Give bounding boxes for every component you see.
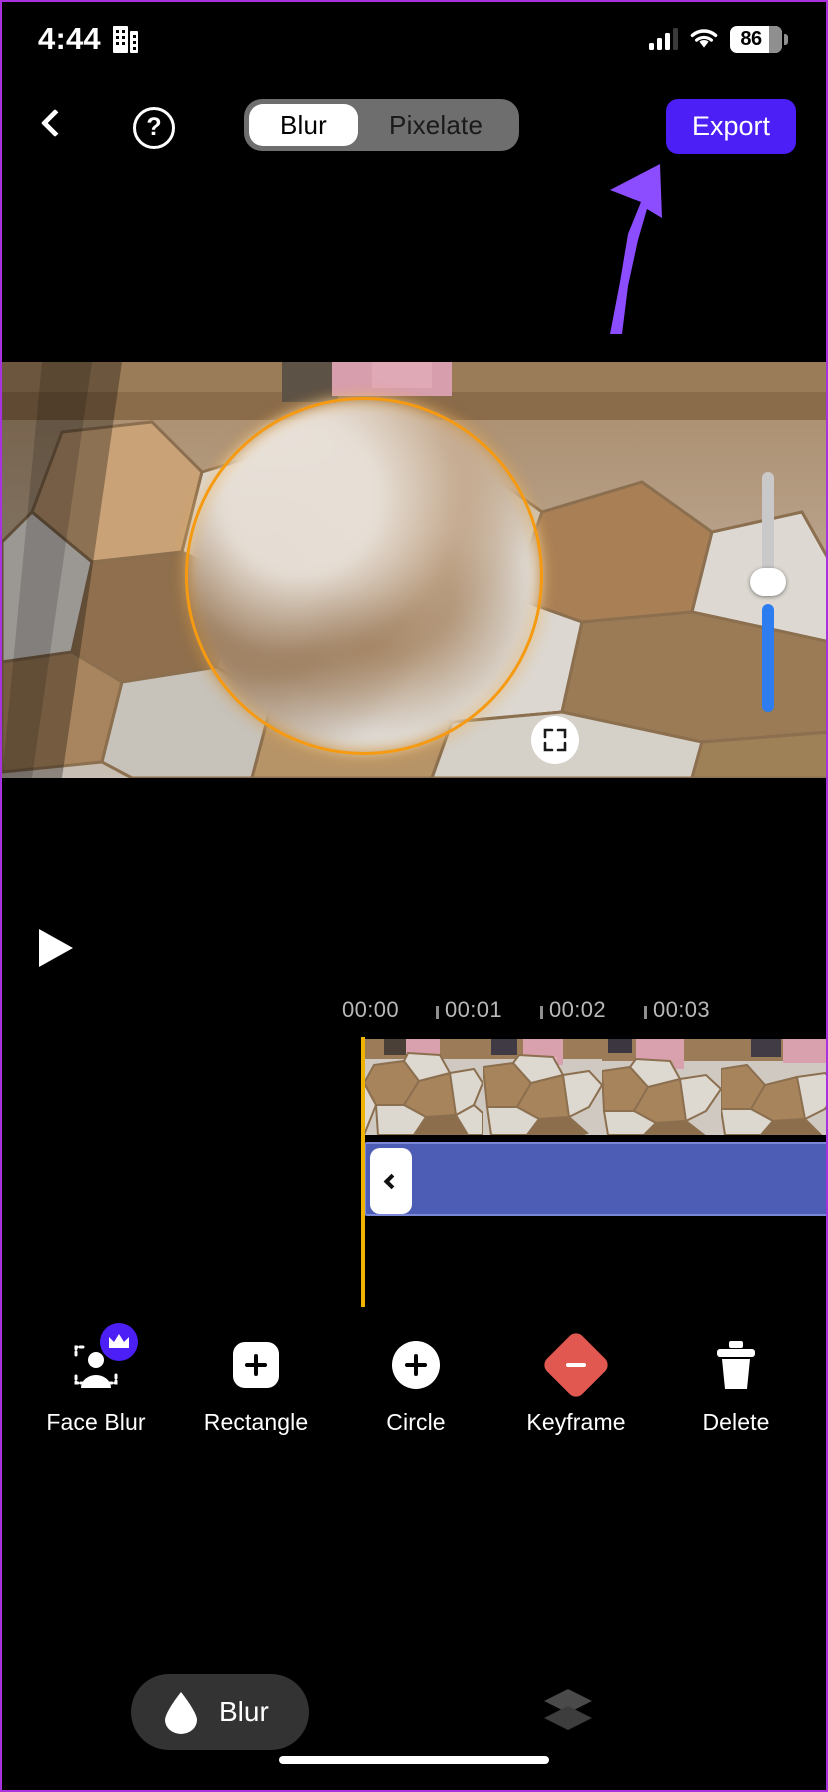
help-button[interactable]: ? xyxy=(133,107,175,149)
ruler-label-0: 00:00 xyxy=(342,997,400,1022)
tool-circle[interactable]: Circle xyxy=(341,1337,491,1436)
back-button[interactable] xyxy=(24,87,86,159)
slider-track-upper xyxy=(762,472,774,582)
effect-blur-button[interactable]: Blur xyxy=(131,1674,309,1750)
tool-delete[interactable]: Delete xyxy=(661,1337,811,1436)
export-button-label: Export xyxy=(691,111,770,141)
timeline-thumbnail xyxy=(602,1039,721,1135)
blur-mask-outline[interactable] xyxy=(185,397,543,755)
building-icon xyxy=(112,25,138,53)
video-thumbnail-strip[interactable] xyxy=(364,1039,826,1135)
tool-face-blur[interactable]: Face Blur xyxy=(21,1323,171,1436)
layers-button[interactable] xyxy=(542,1686,594,1736)
play-button[interactable] xyxy=(36,927,76,969)
question-mark-icon: ? xyxy=(146,112,162,141)
app-screen: 4:44 86 ? Blur Pixelate Export 00:00 00:… xyxy=(0,0,828,1792)
battery-indicator: 86 xyxy=(730,25,788,53)
tool-rectangle-label: Rectangle xyxy=(203,1409,309,1435)
tool-keyframe-label: Keyframe xyxy=(526,1409,626,1435)
tools-row: Face Blur Rectangle Circle Keyframe Dele… xyxy=(2,1323,826,1447)
face-blur-icon xyxy=(68,1323,138,1393)
bottom-bar: Blur xyxy=(2,1674,826,1750)
play-icon xyxy=(39,929,73,967)
battery-level: 86 xyxy=(740,27,762,50)
ruler-label-3: 00:03 xyxy=(653,997,711,1022)
chevron-left-icon xyxy=(40,108,70,138)
top-toolbar: ? Blur Pixelate Export xyxy=(2,87,826,159)
ruler-label-2: 00:02 xyxy=(549,997,607,1022)
cellular-signal-icon xyxy=(649,28,678,50)
timeline-thumbnail xyxy=(483,1039,602,1135)
keyframe-diamond-minus-icon xyxy=(540,1329,612,1401)
crown-icon xyxy=(100,1323,138,1361)
circle-plus-icon xyxy=(388,1337,444,1393)
status-bar-left: 4:44 xyxy=(38,21,138,57)
slider-knob[interactable] xyxy=(750,568,786,596)
home-indicator xyxy=(279,1756,549,1764)
rectangle-plus-icon xyxy=(228,1337,284,1393)
status-bar: 4:44 86 xyxy=(2,2,826,76)
mode-segmented-control: Blur Pixelate xyxy=(244,99,520,151)
status-time: 4:44 xyxy=(38,21,101,56)
tool-circle-label: Circle xyxy=(386,1409,446,1435)
clip-left-handle[interactable] xyxy=(370,1148,412,1214)
blur-intensity-slider[interactable] xyxy=(750,472,786,712)
arrow-up-right-icon xyxy=(550,162,680,334)
wifi-icon xyxy=(689,28,719,50)
timeline-thumbnail xyxy=(364,1039,483,1135)
playhead[interactable] xyxy=(361,1037,365,1307)
layers-icon xyxy=(544,1689,592,1730)
trash-icon xyxy=(708,1337,764,1393)
water-drop-icon xyxy=(165,1692,197,1734)
expand-corners-icon xyxy=(543,728,567,752)
tool-keyframe[interactable]: Keyframe xyxy=(501,1329,651,1436)
tab-blur[interactable]: Blur xyxy=(249,104,359,146)
expand-button[interactable] xyxy=(531,716,579,764)
video-preview[interactable] xyxy=(2,362,826,778)
blur-effect-clip[interactable] xyxy=(364,1142,826,1216)
tool-face-blur-label: Face Blur xyxy=(46,1409,146,1435)
timeline-thumbnail xyxy=(721,1039,826,1135)
effect-blur-label: Blur xyxy=(219,1696,269,1727)
export-button[interactable]: Export xyxy=(665,99,796,154)
timeline-ruler: 00:00 00:01 00:02 00:03 xyxy=(2,997,826,1037)
tab-pixelate-label: Pixelate xyxy=(389,109,484,140)
tool-delete-label: Delete xyxy=(702,1409,770,1435)
tool-rectangle[interactable]: Rectangle xyxy=(181,1337,331,1436)
timeline[interactable]: 00:00 00:01 00:02 00:03 xyxy=(2,997,826,1317)
ruler-label-1: 00:01 xyxy=(445,997,503,1022)
slider-track-filled xyxy=(762,604,774,712)
tab-blur-label: Blur xyxy=(280,109,328,140)
status-bar-right: 86 xyxy=(649,25,788,53)
chevron-left-icon xyxy=(383,1173,399,1189)
tab-pixelate[interactable]: Pixelate xyxy=(358,104,514,146)
